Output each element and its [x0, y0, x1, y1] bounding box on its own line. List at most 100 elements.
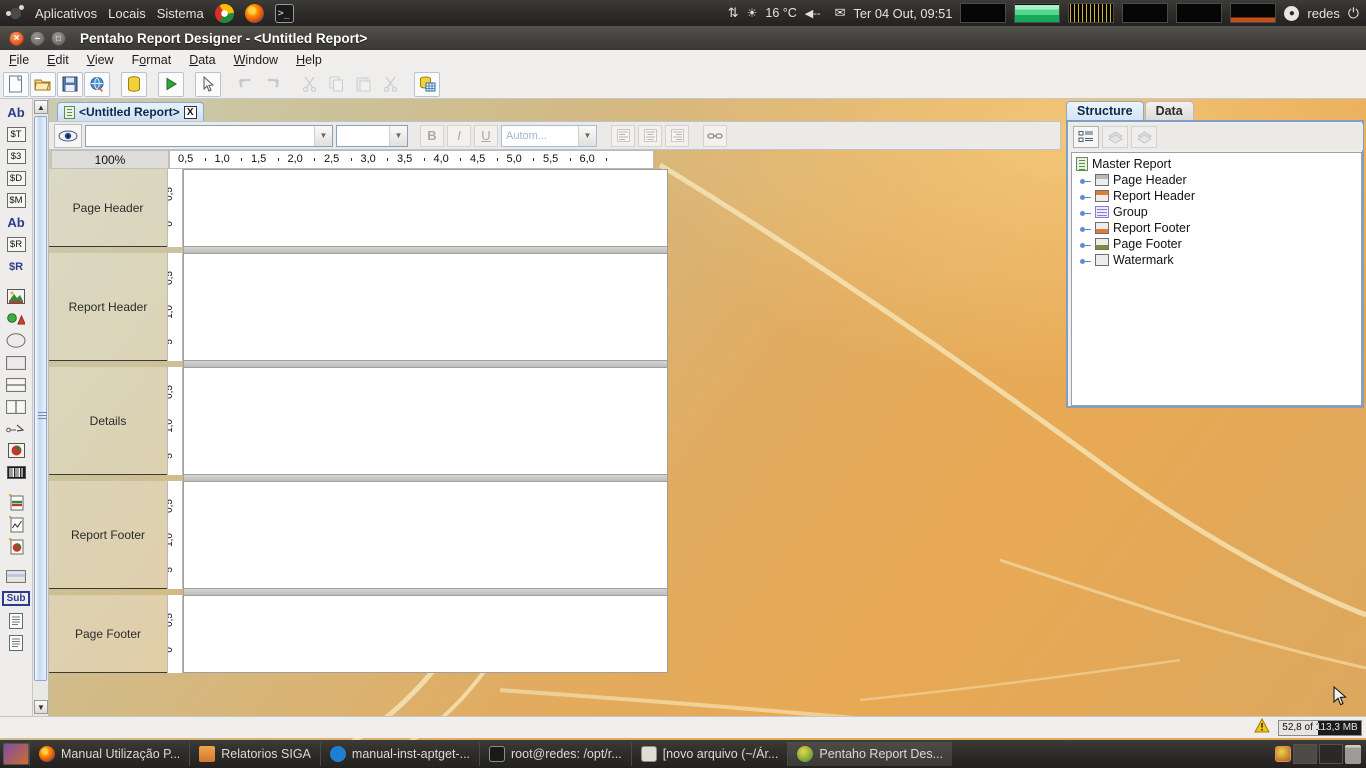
- cut-button[interactable]: [296, 72, 322, 97]
- select-tool-button[interactable]: [195, 71, 221, 97]
- tab-structure[interactable]: Structure: [1066, 101, 1144, 120]
- menu-view[interactable]: View: [78, 51, 123, 69]
- list-outline-icon[interactable]: [1073, 126, 1099, 148]
- band-element-icon[interactable]: [3, 566, 29, 587]
- taskbar-item[interactable]: Manual Utilização P...: [29, 742, 189, 766]
- datasource-button[interactable]: [121, 71, 147, 97]
- expand-toggle-icon[interactable]: [1080, 223, 1091, 234]
- align-right-button[interactable]: [665, 124, 689, 147]
- warning-triangle-icon[interactable]: [1254, 717, 1270, 738]
- menu-file[interactable]: FFileile: [0, 51, 38, 69]
- resource-message-element-icon[interactable]: $R: [3, 256, 29, 277]
- power-icon[interactable]: ⏻: [1348, 5, 1359, 22]
- chrome-icon[interactable]: [214, 3, 234, 23]
- band-label-details[interactable]: Details: [49, 367, 167, 475]
- open-button[interactable]: [30, 71, 56, 97]
- window-maximize-button[interactable]: □: [51, 30, 66, 46]
- menu-edit[interactable]: Edit: [38, 51, 78, 69]
- clock-indicator[interactable]: Ter 04 Out, 09:51: [854, 6, 953, 21]
- cpu-graph-applet[interactable]: [1068, 3, 1115, 23]
- taskbar-item[interactable]: Relatorios SIGA: [189, 742, 320, 766]
- resource-label-element-icon[interactable]: Ab: [3, 212, 29, 233]
- link-button[interactable]: [703, 124, 727, 147]
- delete-button[interactable]: [377, 72, 403, 97]
- trash-icon[interactable]: [1345, 744, 1361, 764]
- expand-layers-icon[interactable]: [1102, 126, 1128, 148]
- band-canvas-details[interactable]: [183, 367, 668, 475]
- bold-button[interactable]: B: [420, 124, 444, 147]
- undo-button[interactable]: [232, 72, 258, 97]
- font-color-combo[interactable]: Autom... ▼: [501, 124, 597, 147]
- scrollbar-thumb[interactable]: [34, 116, 47, 681]
- image-element-icon[interactable]: [3, 286, 29, 307]
- workspace-1[interactable]: [1293, 744, 1317, 764]
- band-label-page-footer[interactable]: Page Footer: [49, 595, 167, 673]
- band-canvas-page-footer[interactable]: [183, 595, 668, 673]
- bar-sparkline-element-icon[interactable]: [3, 492, 29, 513]
- save-button[interactable]: [57, 71, 83, 97]
- font-family-combo[interactable]: ▼: [85, 124, 333, 147]
- brightness-icon[interactable]: ☀: [747, 6, 758, 20]
- subreport-element-icon[interactable]: Sub: [1, 588, 31, 609]
- show-desktop-button[interactable]: [3, 743, 29, 765]
- run-button[interactable]: [158, 71, 184, 97]
- expand-toggle-icon[interactable]: [1080, 175, 1091, 186]
- line-sparkline-element-icon[interactable]: [3, 514, 29, 535]
- paste-button[interactable]: [350, 72, 376, 97]
- font-family-input[interactable]: [86, 126, 314, 146]
- resource-field-element-icon[interactable]: $R: [3, 234, 29, 255]
- chevron-down-icon[interactable]: ▼: [389, 125, 407, 146]
- menu-aplicativos[interactable]: Aplicativos: [35, 6, 97, 21]
- menu-sistema[interactable]: Sistema: [157, 6, 204, 21]
- index-element-icon[interactable]: [3, 632, 29, 653]
- table-of-contents-element-icon[interactable]: [3, 610, 29, 631]
- ellipse-element-icon[interactable]: [3, 330, 29, 351]
- pentaho-icon[interactable]: [1275, 746, 1291, 762]
- scroll-down-icon[interactable]: ▼: [34, 700, 48, 714]
- network-graph-applet[interactable]: [960, 3, 1007, 23]
- pie-sparkline-element-icon[interactable]: [3, 536, 29, 557]
- copy-button[interactable]: [323, 72, 349, 97]
- tree-node-page-header[interactable]: Page Header: [1074, 172, 1361, 188]
- chart-element-icon[interactable]: [3, 440, 29, 461]
- username-label[interactable]: redes: [1307, 6, 1340, 21]
- volume-icon[interactable]: ◀--: [805, 7, 821, 20]
- tree-node-page-footer[interactable]: Page Footer: [1074, 236, 1361, 252]
- image-field-element-icon[interactable]: [3, 308, 29, 329]
- number-field-element-icon[interactable]: $3: [3, 146, 29, 167]
- publish-button[interactable]: [84, 71, 110, 97]
- band-label-page-header[interactable]: Page Header: [49, 169, 167, 247]
- band-canvas-report-footer[interactable]: [183, 481, 668, 589]
- temperature-indicator[interactable]: 16 °C: [765, 6, 796, 20]
- zoom-level-label[interactable]: 100%: [51, 150, 169, 169]
- document-tab[interactable]: <Untitled Report> X: [57, 102, 204, 121]
- band-canvas-page-header[interactable]: [183, 169, 668, 247]
- tab-data[interactable]: Data: [1144, 101, 1194, 120]
- close-icon[interactable]: X: [183, 105, 197, 119]
- collapse-layers-icon[interactable]: [1131, 126, 1157, 148]
- new-report-button[interactable]: [3, 71, 29, 97]
- tree-node-report-footer[interactable]: Report Footer: [1074, 220, 1361, 236]
- workspace-2[interactable]: [1319, 744, 1343, 764]
- redo-button[interactable]: [259, 72, 285, 97]
- tree-node-group[interactable]: Group: [1074, 204, 1361, 220]
- window-minimize-button[interactable]: –: [30, 30, 45, 46]
- tree-node-report-header[interactable]: Report Header: [1074, 188, 1361, 204]
- expand-toggle-icon[interactable]: [1080, 191, 1091, 202]
- horizontal-line-element-icon[interactable]: [3, 374, 29, 395]
- band-label-report-header[interactable]: Report Header: [49, 253, 167, 361]
- font-size-combo[interactable]: ▼: [336, 124, 408, 147]
- query-button[interactable]: [414, 71, 440, 97]
- eye-icon[interactable]: [54, 123, 82, 148]
- band-canvas-report-header[interactable]: [183, 253, 668, 361]
- menu-help[interactable]: Help: [287, 51, 331, 69]
- tree-node-watermark[interactable]: Watermark: [1074, 252, 1361, 268]
- taskbar-item[interactable]: [novo arquivo (~/Ár...: [630, 742, 788, 766]
- vertical-line-element-icon[interactable]: [3, 396, 29, 417]
- structure-tree[interactable]: Master Report Page Header Report Header Gr…: [1071, 152, 1362, 406]
- rectangle-element-icon[interactable]: [3, 352, 29, 373]
- load-graph-applet[interactable]: [1176, 3, 1223, 23]
- user-status-icon[interactable]: ●: [1284, 5, 1300, 21]
- swap-graph-applet[interactable]: [1122, 3, 1169, 23]
- band-label-report-footer[interactable]: Report Footer: [49, 481, 167, 589]
